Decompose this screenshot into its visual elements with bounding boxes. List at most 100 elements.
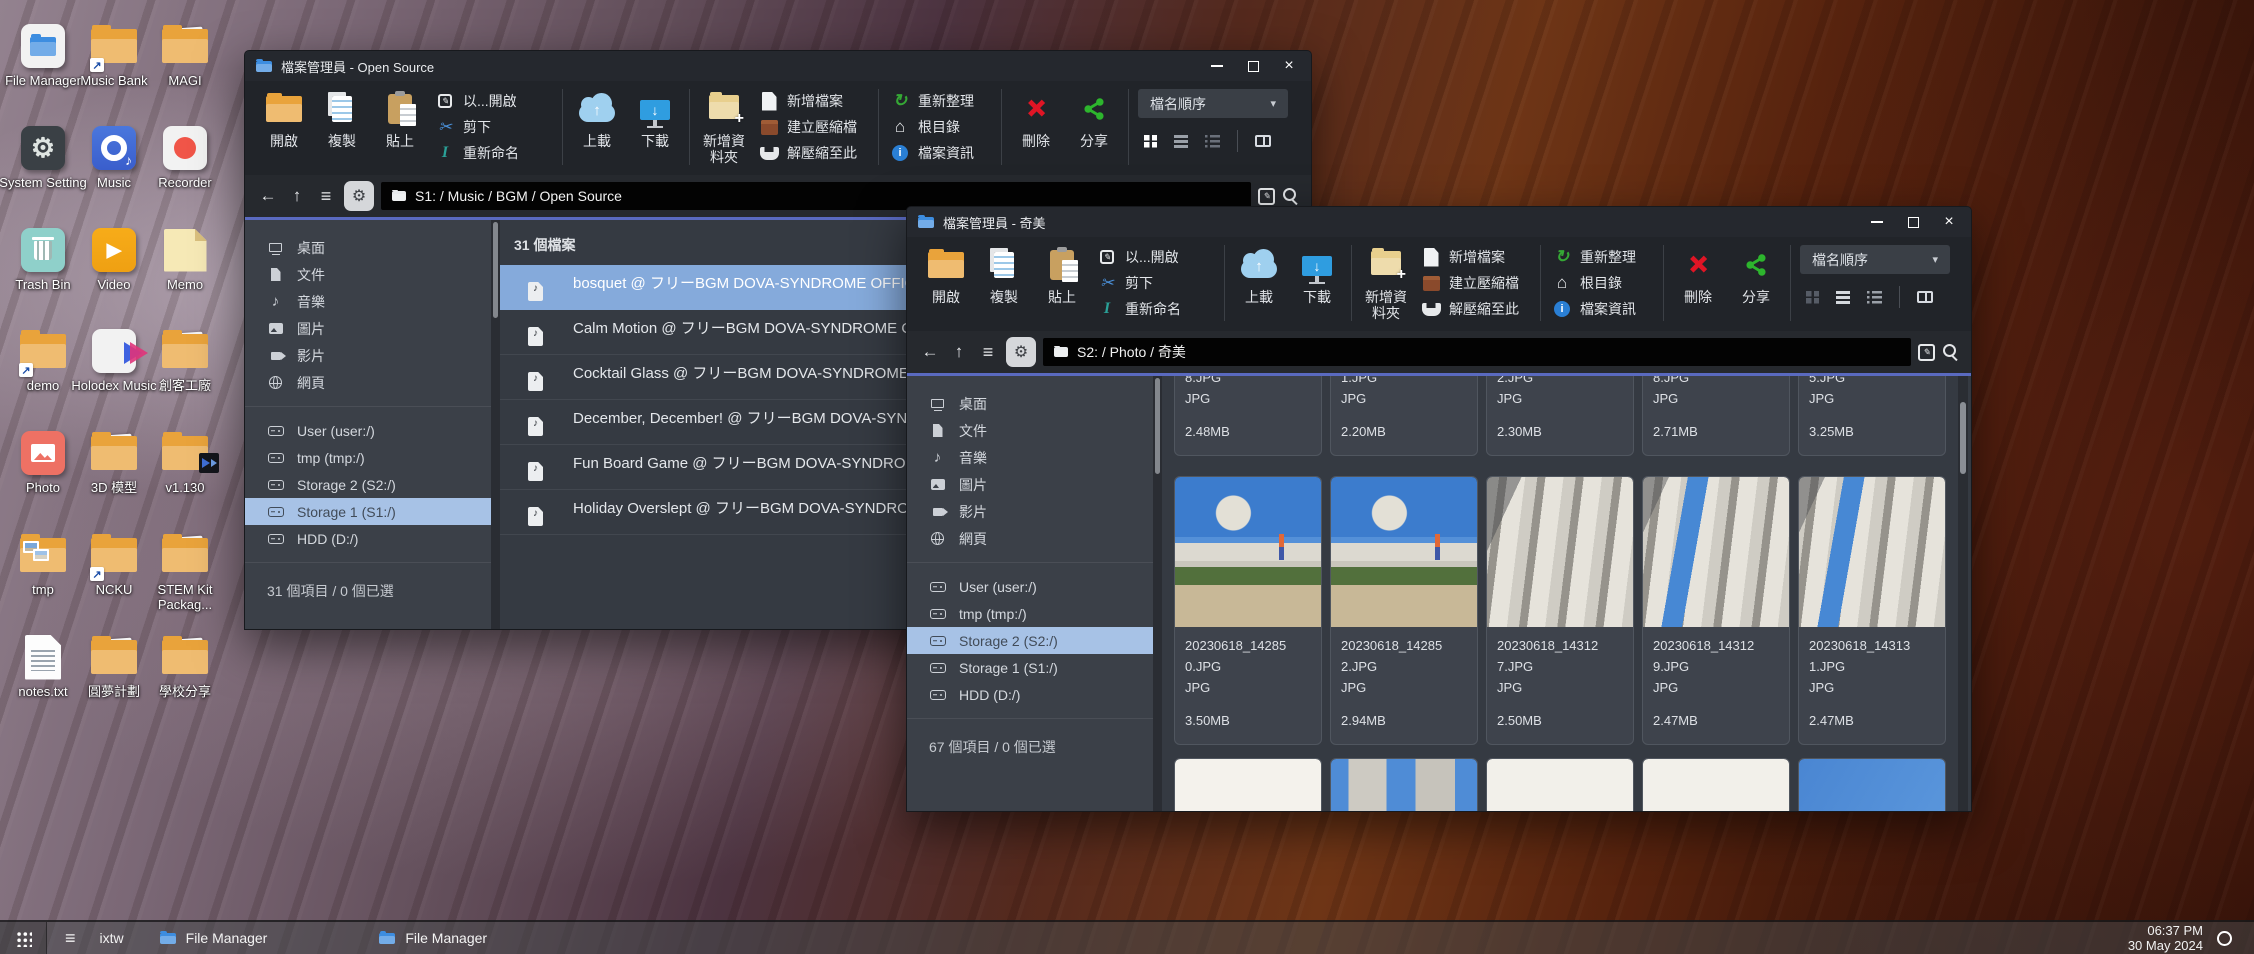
paste-button[interactable]: 貼上	[1033, 237, 1091, 331]
file-info-button[interactable]: i檔案資訊	[890, 143, 994, 163]
view-grid-button[interactable]	[1144, 135, 1157, 148]
desktop-icon-stem-kit[interactable]: STEM Kit Packag...	[135, 531, 235, 612]
upload-button[interactable]: ↑上載	[1230, 237, 1288, 331]
maximize-button[interactable]	[1895, 207, 1931, 237]
photo-card-partial[interactable]: 5.JPGJPG3.25MB	[1798, 376, 1946, 456]
paste-button[interactable]: 貼上	[371, 81, 429, 175]
share-button[interactable]: 分享	[1065, 81, 1123, 175]
view-dual-pane-button[interactable]	[1917, 291, 1933, 303]
back-button[interactable]: ←	[257, 186, 279, 206]
sidebar-item-web[interactable]: 網頁	[245, 369, 491, 396]
refresh-button[interactable]: ↻重新整理	[890, 91, 994, 111]
close-button[interactable]: ×	[1931, 207, 1967, 237]
extract-here-button[interactable]: 解壓縮至此	[1421, 299, 1533, 319]
desktop-icon-school-share[interactable]: 學校分享	[135, 633, 235, 699]
taskbar-task-file-manager-2[interactable]: File Manager	[379, 930, 487, 946]
rename-button[interactable]: I重新命名	[1097, 299, 1217, 319]
up-button[interactable]: ↑	[286, 186, 308, 206]
sidebar-item-videos[interactable]: 影片	[907, 498, 1153, 525]
settings-gear-button[interactable]: ⚙	[344, 181, 374, 211]
photo-card[interactable]: 20230618_143131.JPGJPG2.47MB	[1798, 476, 1946, 745]
create-archive-button[interactable]: 建立壓縮檔	[1421, 273, 1533, 293]
download-button[interactable]: ↓下載	[1288, 237, 1346, 331]
photo-card-partial[interactable]: 2.JPGJPG2.30MB	[1486, 376, 1634, 456]
new-folder-button[interactable]: +新增資料夾	[1357, 237, 1415, 331]
edit-path-button[interactable]: ✎	[1918, 344, 1935, 361]
desktop-icon-memo[interactable]: Memo	[135, 226, 235, 292]
sidebar-drive-storage1[interactable]: Storage 1 (S1:/)	[245, 498, 491, 525]
sidebar-drive-hdd[interactable]: HDD (D:/)	[907, 681, 1153, 708]
sidebar-drive-tmp[interactable]: tmp (tmp:/)	[907, 600, 1153, 627]
cut-button[interactable]: ✂剪下	[1097, 273, 1217, 293]
view-list-button[interactable]	[1836, 291, 1850, 304]
desktop-icon-maker-factory[interactable]: 創客工廠	[135, 327, 235, 393]
desktop-icon-v1130[interactable]: v1.130	[135, 429, 235, 495]
minimize-button[interactable]	[1859, 207, 1895, 237]
sidebar-drive-user[interactable]: User (user:/)	[907, 573, 1153, 600]
sidebar-item-pictures[interactable]: 圖片	[245, 315, 491, 342]
photo-card-partial[interactable]	[1642, 758, 1790, 811]
sidebar-item-desktop[interactable]: 桌面	[907, 390, 1153, 417]
new-file-button[interactable]: 新增檔案	[759, 91, 871, 111]
copy-button[interactable]: 複製	[975, 237, 1033, 331]
sidebar-item-music[interactable]: ♪音樂	[245, 288, 491, 315]
view-details-button[interactable]	[1205, 135, 1220, 148]
share-button[interactable]: 分享	[1727, 237, 1785, 331]
taskbar-clock[interactable]: 06:37 PM 30 May 2024	[2128, 923, 2203, 953]
sort-order-dropdown[interactable]: 檔名順序▾	[1138, 89, 1288, 118]
photo-card-partial[interactable]: 8.JPGJPG2.71MB	[1642, 376, 1790, 456]
view-list-button[interactable]	[1174, 135, 1188, 148]
rename-button[interactable]: I重新命名	[435, 143, 555, 163]
photo-card[interactable]: 20230618_142850.JPGJPG3.50MB	[1174, 476, 1322, 745]
photo-card[interactable]: 20230618_143129.JPGJPG2.47MB	[1642, 476, 1790, 745]
root-button[interactable]: ⌂根目錄	[1552, 273, 1656, 293]
back-button[interactable]: ←	[919, 342, 941, 362]
titlebar[interactable]: 檔案管理員 - Open Source ×	[245, 51, 1311, 81]
settings-gear-button[interactable]: ⚙	[1006, 337, 1036, 367]
sidebar-item-pictures[interactable]: 圖片	[907, 471, 1153, 498]
photo-card-partial[interactable]	[1486, 758, 1634, 811]
sidebar-drive-storage2[interactable]: Storage 2 (S2:/)	[245, 471, 491, 498]
sidebar-item-documents[interactable]: 文件	[907, 417, 1153, 444]
app-launcher-button[interactable]	[0, 922, 46, 954]
minimize-button[interactable]	[1199, 51, 1235, 81]
sidebar-item-music[interactable]: ♪音樂	[907, 444, 1153, 471]
photo-card-partial[interactable]: 8.JPGJPG2.48MB	[1174, 376, 1322, 456]
open-button[interactable]: 開啟	[917, 237, 975, 331]
photo-card[interactable]: 20230618_143127.JPGJPG2.50MB	[1486, 476, 1634, 745]
view-dual-pane-button[interactable]	[1255, 135, 1271, 147]
path-field[interactable]: S2: / Photo / 奇美	[1043, 338, 1911, 366]
photo-card[interactable]: 20230618_142852.JPGJPG2.94MB	[1330, 476, 1478, 745]
close-button[interactable]: ×	[1271, 51, 1307, 81]
photo-card-partial[interactable]: 1.JPGJPG2.20MB	[1330, 376, 1478, 456]
photo-card-partial[interactable]	[1330, 758, 1478, 811]
search-icon[interactable]	[1942, 344, 1959, 361]
create-archive-button[interactable]: 建立壓縮檔	[759, 117, 871, 137]
sidebar-item-videos[interactable]: 影片	[245, 342, 491, 369]
sidebar-item-web[interactable]: 網頁	[907, 525, 1153, 552]
open-with-button[interactable]: ✎以...開啟	[435, 91, 555, 111]
notification-ring-icon[interactable]	[2217, 931, 2232, 946]
desktop-icon-magi[interactable]: MAGI	[135, 22, 235, 88]
menu-button[interactable]: ≡	[315, 186, 337, 207]
file-info-button[interactable]: i檔案資訊	[1552, 299, 1656, 319]
sidebar-scrollbar[interactable]	[1153, 376, 1162, 811]
edit-path-button[interactable]: ✎	[1258, 188, 1275, 205]
open-with-button[interactable]: ✎以...開啟	[1097, 247, 1217, 267]
open-button[interactable]: 開啟	[255, 81, 313, 175]
extract-here-button[interactable]: 解壓縮至此	[759, 143, 871, 163]
sidebar-drive-user[interactable]: User (user:/)	[245, 417, 491, 444]
grid-scrollbar[interactable]	[1958, 376, 1968, 811]
sidebar-scrollbar[interactable]	[491, 220, 500, 629]
root-button[interactable]: ⌂根目錄	[890, 117, 994, 137]
ime-indicator[interactable]: ixtw	[100, 930, 124, 946]
titlebar[interactable]: 檔案管理員 - 奇美 ×	[907, 207, 1971, 237]
new-file-button[interactable]: 新增檔案	[1421, 247, 1533, 267]
upload-button[interactable]: ↑上載	[568, 81, 626, 175]
refresh-button[interactable]: ↻重新整理	[1552, 247, 1656, 267]
sort-order-dropdown[interactable]: 檔名順序▾	[1800, 245, 1950, 274]
menu-button[interactable]: ≡	[977, 342, 999, 363]
sidebar-drive-tmp[interactable]: tmp (tmp:/)	[245, 444, 491, 471]
desktop-icon-recorder[interactable]: Recorder	[135, 124, 235, 190]
copy-button[interactable]: 複製	[313, 81, 371, 175]
